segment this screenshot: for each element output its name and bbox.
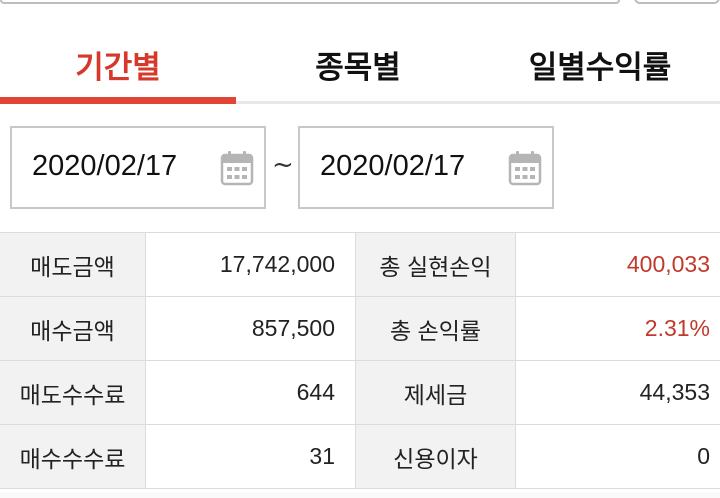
credit-interest-label: 신용이자 <box>356 425 516 488</box>
active-tab-indicator <box>0 97 236 104</box>
calendar-icon[interactable] <box>508 150 542 186</box>
buy-amount-value: 857,500 <box>146 297 356 360</box>
start-date-field[interactable]: 2020/02/17 <box>10 126 266 209</box>
bottom-partial-area <box>0 492 720 498</box>
top-partial-area <box>0 0 720 8</box>
tab-by-stock[interactable]: 종목별 <box>236 28 480 104</box>
date-range-separator: ~ <box>272 150 294 180</box>
tax-label: 제세금 <box>356 361 516 424</box>
table-row: 매도금액 17,742,000 총 실현손익 400,033 <box>0 233 720 297</box>
sell-fee-value: 644 <box>146 361 356 424</box>
total-return-rate-label: 총 손익률 <box>356 297 516 360</box>
tab-period[interactable]: 기간별 <box>0 28 236 104</box>
credit-interest-value: 0 <box>697 443 710 469</box>
sell-amount-value: 17,742,000 <box>146 233 356 296</box>
calendar-icon[interactable] <box>220 150 254 186</box>
end-date-value: 2020/02/17 <box>320 150 466 182</box>
table-row: 매수금액 857,500 총 손익률 2.31% <box>0 297 720 361</box>
tab-bar: 기간별 종목별 일별수익률 <box>0 28 720 104</box>
sell-fee-label: 매도수수료 <box>0 361 146 424</box>
end-date-field[interactable]: 2020/02/17 <box>298 126 554 209</box>
buy-fee-value: 31 <box>146 425 356 488</box>
tax-value: 44,353 <box>639 379 710 405</box>
start-date-value: 2020/02/17 <box>32 150 178 182</box>
buy-fee-label: 매수수수료 <box>0 425 146 488</box>
total-realized-pnl-value: 400,033 <box>626 251 710 277</box>
search-input-partial[interactable] <box>0 0 620 4</box>
tab-daily-return[interactable]: 일별수익률 <box>480 28 720 104</box>
table-row: 매도수수료 644 제세금 44,353 <box>0 361 720 425</box>
buy-amount-label: 매수금액 <box>0 297 146 360</box>
total-return-rate-value: 2.31% <box>644 315 710 341</box>
sell-amount-label: 매도금액 <box>0 233 146 296</box>
summary-table: 매도금액 17,742,000 총 실현손익 400,033 매수금액 857,… <box>0 232 720 489</box>
table-row: 매수수수료 31 신용이자 0 <box>0 425 720 489</box>
search-button-partial[interactable] <box>634 0 720 4</box>
total-realized-pnl-label: 총 실현손익 <box>356 233 516 296</box>
